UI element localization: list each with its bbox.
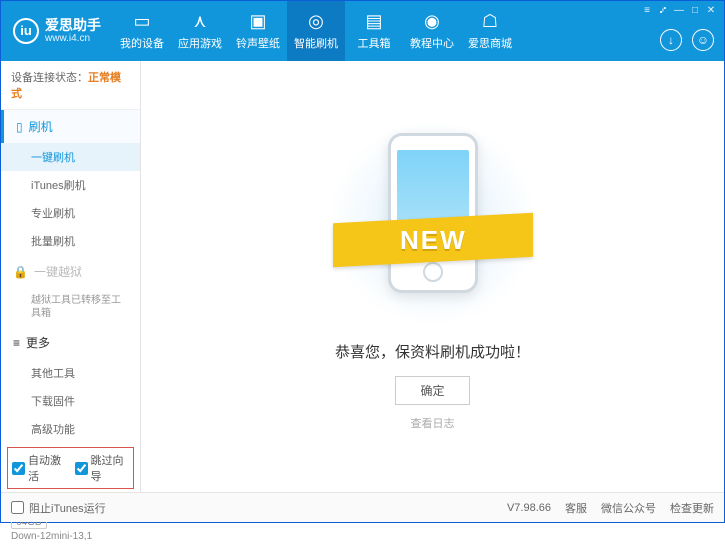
footer: 阻止iTunes运行 V7.98.66 客服 微信公众号 检查更新	[1, 492, 724, 522]
lock-icon: 🔒	[13, 265, 28, 279]
more-icon: ≡	[13, 336, 20, 350]
view-log-link[interactable]: 查看日志	[411, 415, 455, 431]
nav-store[interactable]: ☖爱思商城	[461, 1, 519, 61]
nav-tutorials[interactable]: ◉教程中心	[403, 1, 461, 61]
phone-small-icon: ▯	[16, 120, 23, 134]
sidebar-item-pro[interactable]: 专业刷机	[1, 199, 140, 227]
sidebar-section-more[interactable]: ≡更多	[1, 326, 140, 359]
sidebar-item-advanced[interactable]: 高级功能	[1, 415, 140, 443]
wallpaper-icon: ▣	[249, 12, 266, 32]
window-controls: ≡ ⑇ — □ ✕	[634, 1, 724, 20]
nav-ringtones[interactable]: ▣铃声壁纸	[229, 1, 287, 61]
sidebar-item-download[interactable]: 下载固件	[1, 387, 140, 415]
options-highlight: 自动激活 跳过向导	[7, 447, 134, 489]
update-link[interactable]: 检查更新	[670, 500, 714, 516]
minimize-icon[interactable]: —	[672, 5, 686, 16]
app-name: 爱思助手	[45, 18, 101, 33]
tutorial-icon: ◉	[424, 12, 440, 32]
top-nav: ▭我的设备 ⋏应用游戏 ▣铃声壁纸 ◎智能刷机 ▤工具箱 ◉教程中心 ☖爱思商城	[113, 1, 519, 61]
sidebar: 设备连接状态：正常模式 ▯刷机 一键刷机 iTunes刷机 专业刷机 批量刷机 …	[1, 61, 141, 493]
jailbreak-note: 越狱工具已转移至工具箱	[1, 288, 140, 326]
store-icon: ☖	[482, 12, 498, 32]
checkbox-auto-activate[interactable]: 自动激活	[12, 452, 67, 484]
version-label: V7.98.66	[507, 502, 551, 514]
ok-button[interactable]: 确定	[395, 376, 469, 405]
connection-status: 设备连接状态：正常模式	[1, 61, 140, 110]
app-logo-icon: iu	[13, 18, 39, 44]
flash-icon: ◎	[308, 12, 324, 32]
success-message: 恭喜您，保资料刷机成功啦！	[335, 341, 530, 362]
wechat-link[interactable]: 微信公众号	[601, 500, 656, 516]
sidebar-item-other[interactable]: 其他工具	[1, 359, 140, 387]
nav-apps[interactable]: ⋏应用游戏	[171, 1, 229, 61]
checkbox-block-itunes[interactable]: 阻止iTunes运行	[11, 500, 106, 516]
phone-illustration-icon	[388, 133, 478, 293]
sidebar-section-jailbreak: 🔒一键越狱	[1, 255, 140, 288]
app-url: www.i4.cn	[45, 33, 101, 44]
nav-toolbox[interactable]: ▤工具箱	[345, 1, 403, 61]
app-header: iu 爱思助手 www.i4.cn ▭我的设备 ⋏应用游戏 ▣铃声壁纸 ◎智能刷…	[1, 1, 724, 61]
nav-my-device[interactable]: ▭我的设备	[113, 1, 171, 61]
support-link[interactable]: 客服	[565, 500, 587, 516]
logo-block: iu 爱思助手 www.i4.cn	[1, 18, 113, 44]
header-right: ↓ ☺	[660, 29, 714, 51]
sidebar-item-oneclick[interactable]: 一键刷机	[1, 143, 140, 171]
nav-flash[interactable]: ◎智能刷机	[287, 1, 345, 61]
sidebar-section-flash[interactable]: ▯刷机	[1, 110, 140, 143]
device-info: Down-12mini-13,1	[11, 531, 130, 542]
account-icon[interactable]: ☺	[692, 29, 714, 51]
menu-icon[interactable]: ≡	[640, 5, 654, 16]
toolbox-icon: ▤	[365, 12, 382, 32]
apps-icon: ⋏	[193, 12, 206, 32]
sidebar-item-batch[interactable]: 批量刷机	[1, 227, 140, 255]
maximize-icon[interactable]: □	[688, 5, 702, 16]
sidebar-item-itunes[interactable]: iTunes刷机	[1, 171, 140, 199]
main-panel: NEW 恭喜您，保资料刷机成功啦！ 确定 查看日志	[141, 61, 724, 493]
success-illustration: NEW	[323, 123, 543, 323]
download-icon[interactable]: ↓	[660, 29, 682, 51]
close-icon[interactable]: ✕	[704, 5, 718, 16]
phone-icon: ▭	[133, 12, 150, 32]
checkbox-skip-guide[interactable]: 跳过向导	[75, 452, 130, 484]
lock-window-icon[interactable]: ⑇	[656, 5, 670, 16]
